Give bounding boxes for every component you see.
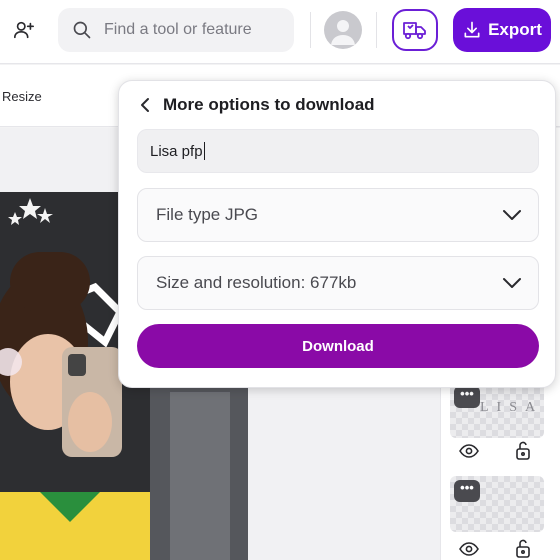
unlock-icon <box>516 539 530 558</box>
layer-thumbnail[interactable]: ••• LISA <box>450 382 544 438</box>
size-resolution-dropdown[interactable]: Size and resolution: 677kb <box>137 256 539 310</box>
download-options-popup: More options to download Lisa pfp File t… <box>118 80 556 388</box>
top-toolbar: Export <box>0 0 560 64</box>
layer-menu-button[interactable]: ••• <box>454 386 480 408</box>
chevron-down-icon <box>503 278 521 288</box>
divider <box>376 12 377 48</box>
lock-toggle[interactable] <box>512 537 534 559</box>
file-type-dropdown[interactable]: File type JPG <box>137 188 539 242</box>
search-box[interactable] <box>58 8 294 52</box>
eye-icon <box>459 542 479 556</box>
add-user-icon <box>14 21 34 39</box>
popup-header: More options to download <box>139 93 375 117</box>
export-button[interactable]: Export <box>453 8 551 52</box>
avatar-icon <box>331 20 355 45</box>
chevron-down-icon <box>503 210 521 220</box>
eye-icon <box>459 444 479 458</box>
add-user-button[interactable] <box>4 10 44 50</box>
size-label: Size and resolution: 677kb <box>156 273 357 292</box>
file-name-input[interactable]: Lisa pfp <box>137 129 539 173</box>
layer-menu-button[interactable]: ••• <box>454 480 480 502</box>
visibility-toggle[interactable] <box>458 538 480 560</box>
file-name-value: Lisa pfp <box>150 142 203 160</box>
lock-toggle[interactable] <box>512 439 534 461</box>
resize-button[interactable]: Resize <box>2 89 42 104</box>
popup-title: More options to download <box>163 95 375 114</box>
text-cursor <box>203 142 205 160</box>
layer-thumbnail[interactable]: ••• <box>450 476 544 532</box>
visibility-toggle[interactable] <box>458 440 480 462</box>
unlock-icon <box>516 441 530 460</box>
search-icon <box>73 21 91 39</box>
divider <box>310 12 311 48</box>
export-label: Export <box>488 20 542 39</box>
truck-icon <box>403 22 426 40</box>
delivery-button[interactable] <box>392 9 438 51</box>
file-type-label: File type JPG <box>156 205 259 224</box>
download-button[interactable]: Download <box>137 324 539 368</box>
download-icon <box>464 21 480 38</box>
avatar[interactable] <box>324 11 362 49</box>
search-input[interactable] <box>104 21 284 39</box>
chevron-left-icon[interactable] <box>139 97 151 113</box>
layer-text: LISA <box>480 400 544 415</box>
